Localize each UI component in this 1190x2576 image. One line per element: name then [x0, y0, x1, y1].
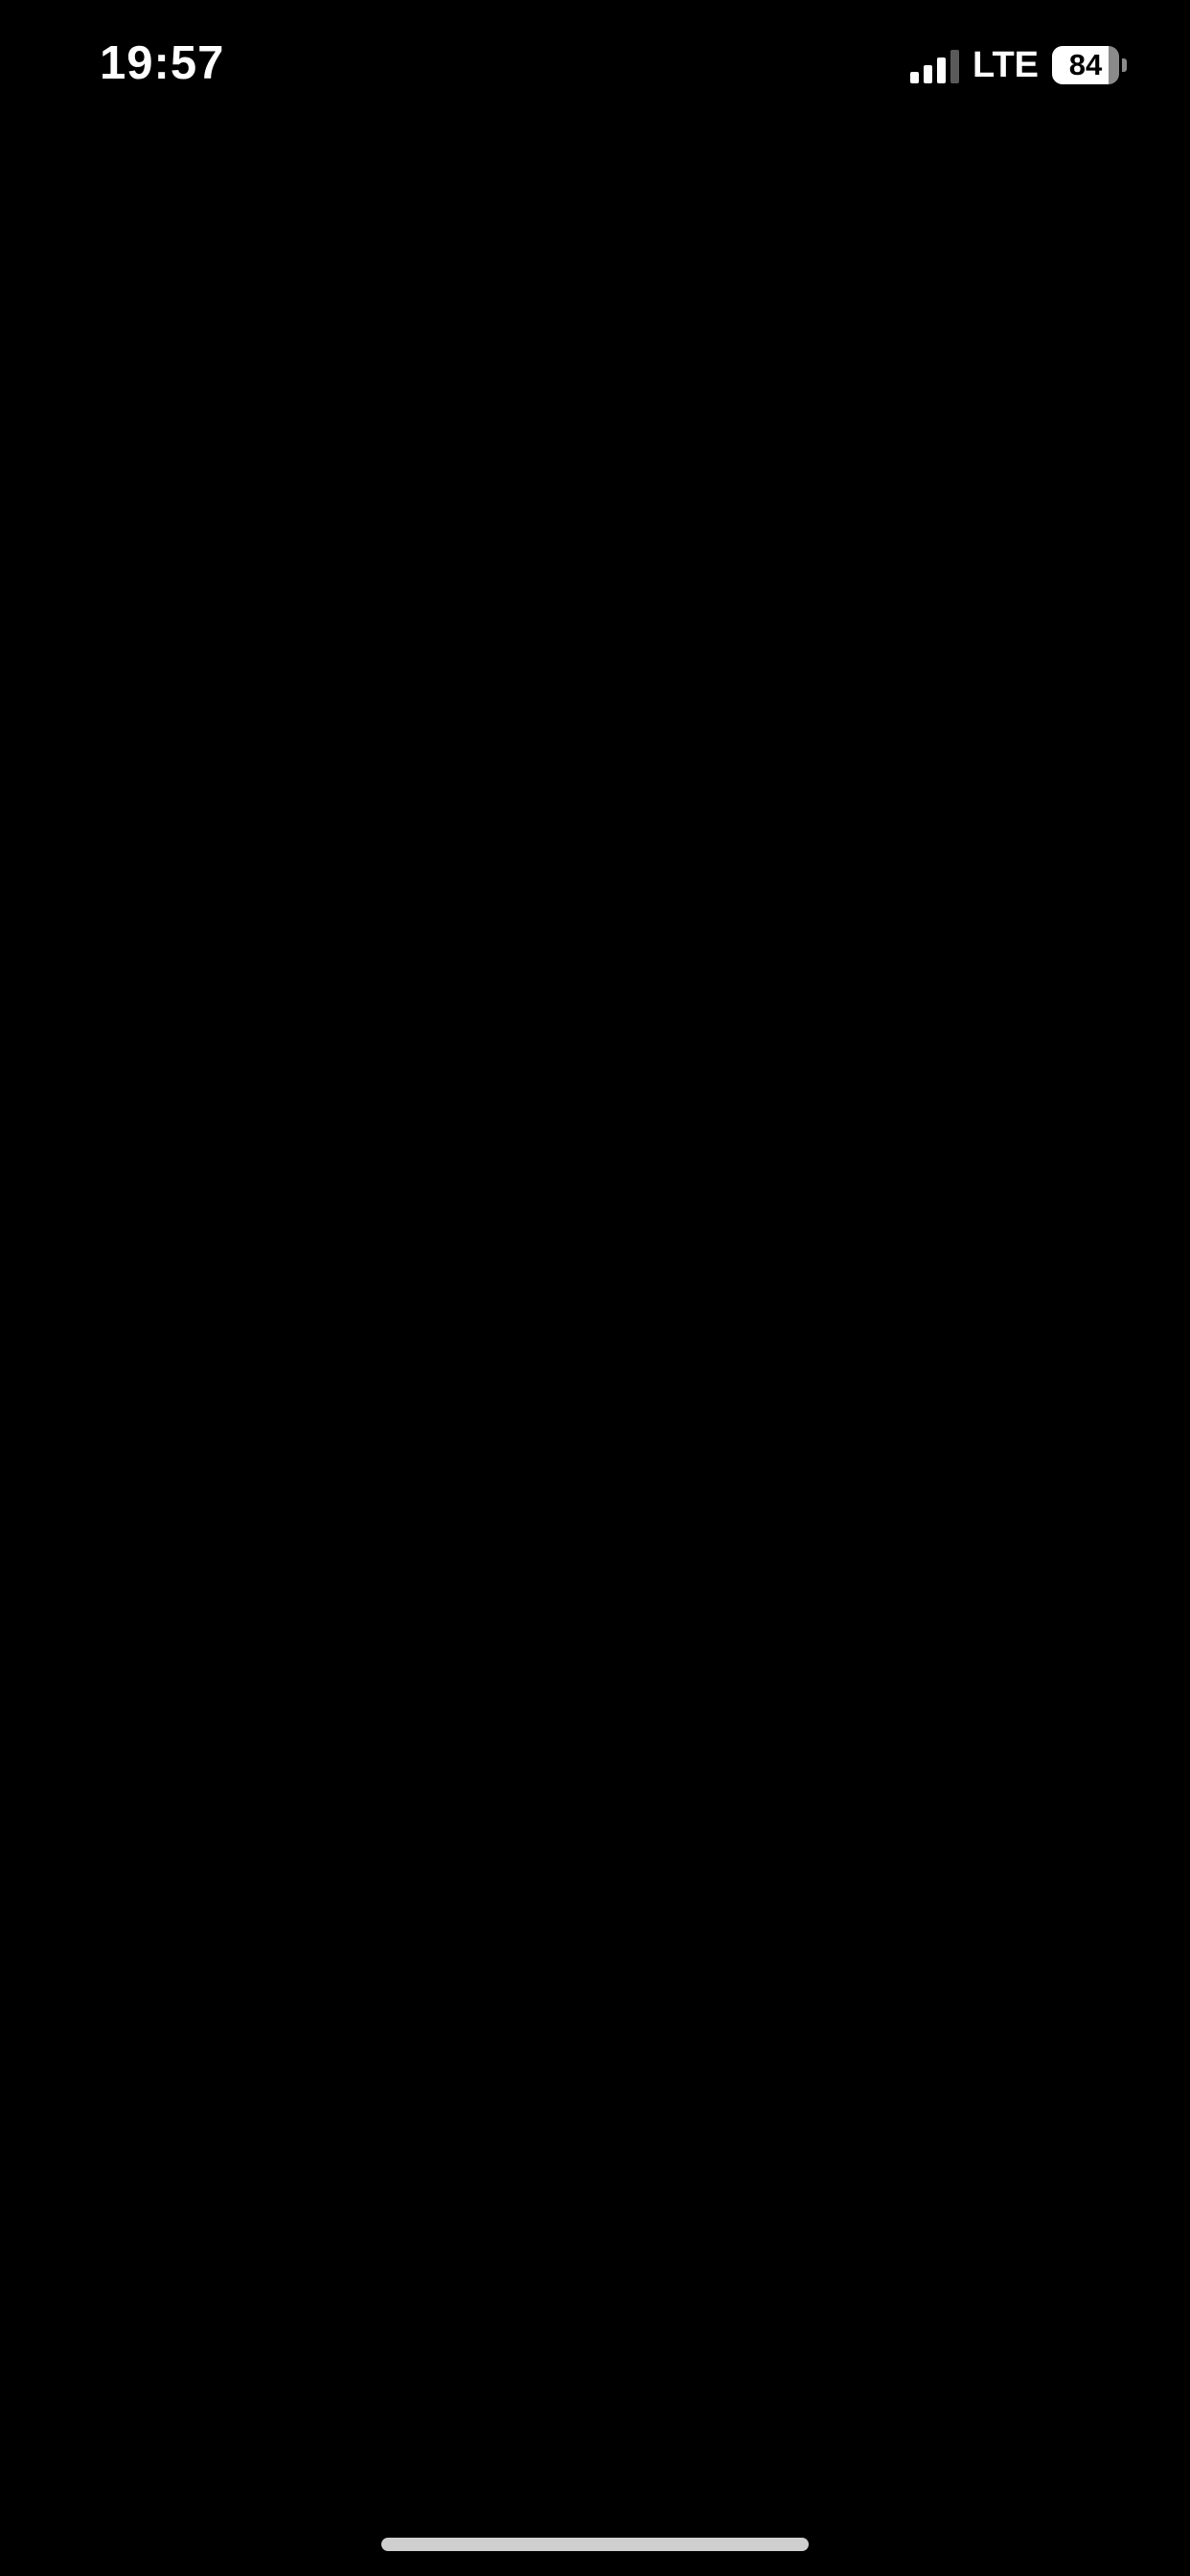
signal-bar: [950, 50, 960, 83]
battery-level: 84: [1068, 48, 1103, 81]
signal-bar: [937, 58, 947, 83]
status-bar: 19:57 LTE 84: [0, 0, 1190, 134]
signal-bar: [924, 65, 933, 83]
battery-body: 84: [1052, 46, 1119, 84]
battery-icon: 84: [1052, 46, 1127, 84]
home-indicator[interactable]: [381, 2538, 809, 2551]
blank-content-area: [0, 134, 1190, 2511]
signal-bar: [910, 72, 920, 83]
network-type: LTE: [973, 45, 1039, 85]
cellular-signal-icon: [910, 47, 960, 83]
status-indicators: LTE 84: [910, 42, 1127, 88]
status-time: 19:57: [100, 37, 225, 89]
screen: 19:57 LTE 84: [0, 0, 1190, 2576]
battery-cap: [1122, 58, 1127, 72]
